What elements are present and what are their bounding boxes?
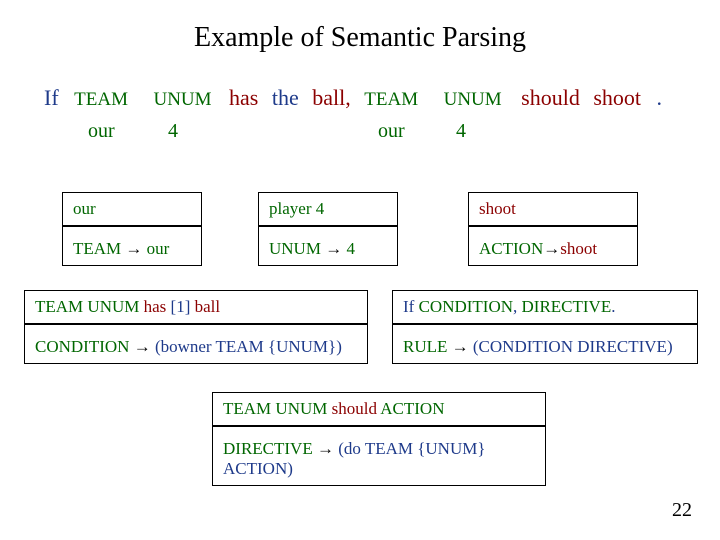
box-dir-top-b: should — [332, 399, 377, 418]
tok-if: If — [44, 85, 59, 111]
box-shoot: shoot ACTION→shoot — [468, 192, 638, 266]
box-dir-bot-a: DIRECTIVE — [223, 439, 317, 458]
page-number: 22 — [672, 499, 692, 522]
box-rule-bot: RULE → (CONDITION DIRECTIVE) — [403, 331, 687, 357]
arrow-right-icon: → — [125, 239, 142, 258]
arrow-right-icon: → — [317, 439, 334, 458]
val-four1: 4 — [168, 120, 178, 143]
box-cond-top-a: TEAM UNUM — [35, 297, 144, 316]
box-condition: TEAM UNUM has [1] ball CONDITION → (bown… — [24, 290, 368, 364]
arrow-right-icon: → — [325, 239, 342, 258]
box-dir-top-a: TEAM UNUM — [223, 399, 332, 418]
box-rule-top-d: DIRECTIVE — [522, 297, 612, 316]
box-rule-top-b: CONDITION — [419, 297, 513, 316]
box-shoot-top: shoot — [479, 199, 627, 219]
parse-sentence: If TEAM UNUM has the ball, TEAM UNUM sho… — [44, 85, 662, 111]
box-cond-bot-b: (bowner TEAM {UNUM}) — [151, 337, 342, 356]
box-rule-top: If CONDITION, DIRECTIVE. — [403, 297, 687, 317]
box-condition-bot: CONDITION → (bowner TEAM {UNUM}) — [35, 331, 357, 357]
box-rule-top-c: , — [513, 297, 522, 316]
arrow-right-icon: → — [543, 239, 560, 258]
tok-unum1: UNUM — [153, 89, 211, 111]
box-cond-bot-a: CONDITION — [35, 337, 134, 356]
tok-ball: ball, — [312, 85, 351, 111]
tok-has: has — [229, 85, 258, 111]
box-player4-bot: UNUM → 4 — [269, 233, 387, 259]
box-player4-bot-left: UNUM — [269, 239, 325, 258]
box-dir-top-c: ACTION — [377, 399, 445, 418]
box-our-bot: TEAM → our — [73, 233, 191, 259]
box-shoot-bot-right: shoot — [560, 239, 597, 258]
val-four2: 4 — [456, 120, 466, 143]
box-directive: TEAM UNUM should ACTION DIRECTIVE → (do … — [212, 392, 546, 486]
box-shoot-bot-left: ACTION — [479, 239, 543, 258]
arrow-right-icon: → — [134, 337, 151, 356]
tok-unum2: UNUM — [444, 89, 502, 111]
box-rule-top-a: If — [403, 297, 419, 316]
tok-should: should — [521, 85, 580, 111]
box-directive-bot: DIRECTIVE → (do TEAM {UNUM} ACTION) — [223, 433, 535, 479]
val-our1: our — [88, 120, 115, 143]
box-rule: If CONDITION, DIRECTIVE. RULE → (CONDITI… — [392, 290, 698, 364]
box-directive-top: TEAM UNUM should ACTION — [223, 399, 535, 419]
box-our-bot-left: TEAM — [73, 239, 125, 258]
box-rule-top-e: . — [611, 297, 615, 316]
box-cond-top-c: [1] — [166, 297, 194, 316]
tok-period: . — [657, 85, 663, 111]
box-our-bot-right: our — [142, 239, 169, 258]
val-our2: our — [378, 120, 405, 143]
box-our: our TEAM → our — [62, 192, 202, 266]
box-cond-top-d: ball — [195, 297, 221, 316]
tok-the: the — [272, 85, 299, 111]
box-shoot-bot: ACTION→shoot — [479, 233, 627, 259]
box-player4-top: player 4 — [269, 199, 387, 219]
tok-team2: TEAM — [364, 89, 418, 111]
box-player4-bot-right: 4 — [342, 239, 355, 258]
arrow-right-icon: → — [452, 337, 469, 356]
box-player4: player 4 UNUM → 4 — [258, 192, 398, 266]
tok-shoot: shoot — [593, 85, 641, 111]
box-rule-bot-b: (CONDITION DIRECTIVE) — [469, 337, 673, 356]
box-rule-bot-a: RULE — [403, 337, 452, 356]
tok-team1: TEAM — [74, 89, 128, 111]
slide-title: Example of Semantic Parsing — [0, 0, 720, 54]
box-cond-top-b: has — [144, 297, 167, 316]
box-condition-top: TEAM UNUM has [1] ball — [35, 297, 357, 317]
box-our-top: our — [73, 199, 191, 219]
